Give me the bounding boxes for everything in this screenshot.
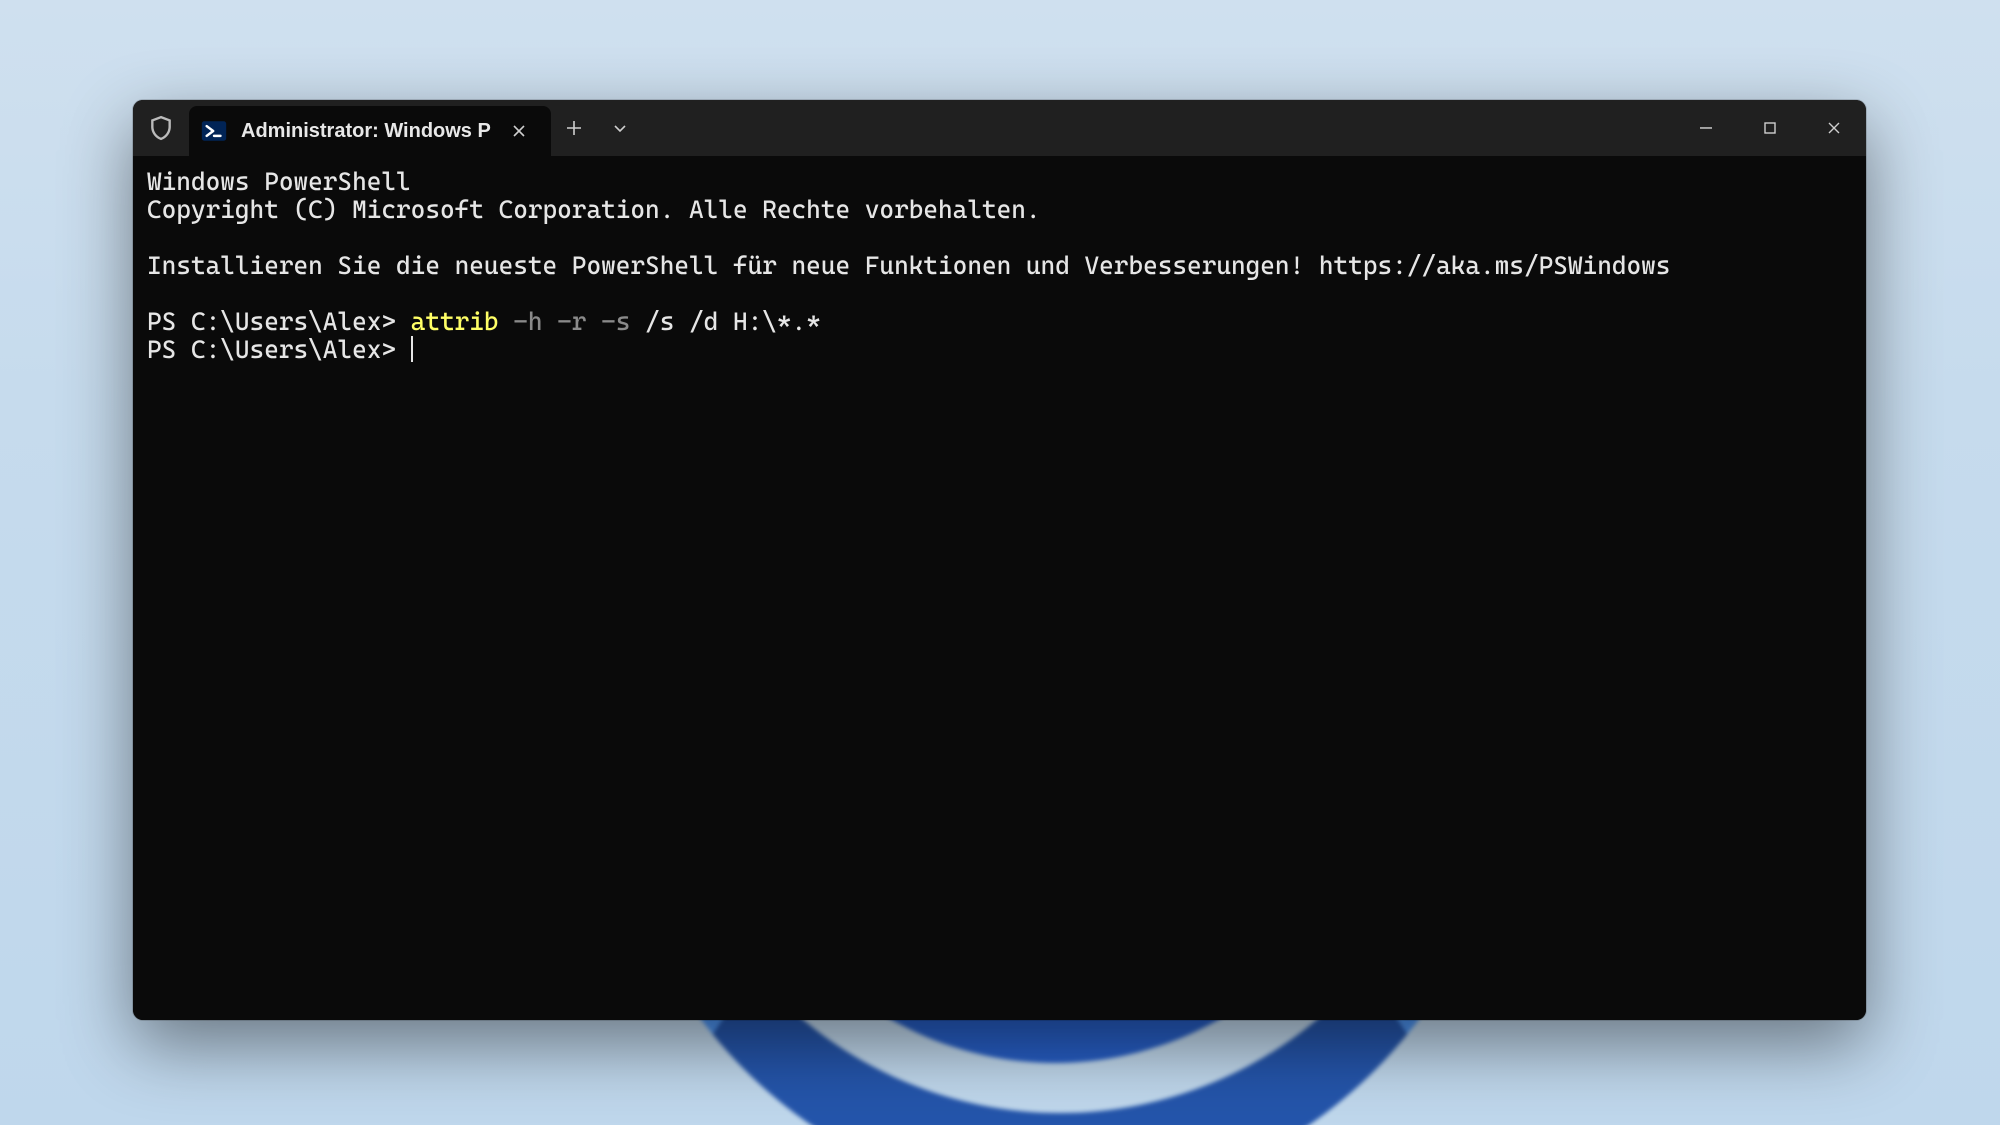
chevron-down-icon — [612, 120, 628, 136]
ps-header-line-1: Windows PowerShell — [147, 167, 411, 196]
command-flags: -h -r -s — [499, 307, 631, 336]
minimize-button[interactable] — [1674, 100, 1738, 156]
minimize-icon — [1698, 120, 1714, 136]
tab-active[interactable]: Administrator: Windows Powe — [189, 106, 551, 156]
close-window-button[interactable] — [1802, 100, 1866, 156]
new-tab-button[interactable] — [551, 100, 597, 156]
close-icon — [512, 124, 526, 138]
window-controls — [1674, 100, 1866, 156]
terminal-window: Administrator: Windows Powe — [133, 100, 1866, 1020]
command-args: /s /d H:\*.* — [630, 307, 820, 336]
prompt-1: PS C:\Users\Alex> — [147, 307, 411, 336]
titlebar-drag-region[interactable] — [643, 100, 1674, 156]
text-cursor — [411, 336, 413, 362]
maximize-button[interactable] — [1738, 100, 1802, 156]
prompt-2: PS C:\Users\Alex> — [147, 335, 411, 364]
close-icon — [1826, 120, 1842, 136]
plus-icon — [565, 119, 583, 137]
terminal-output[interactable]: Windows PowerShell Copyright (C) Microso… — [133, 156, 1866, 1020]
tab-title: Administrator: Windows Powe — [241, 120, 491, 143]
tab-close-button[interactable] — [505, 117, 533, 145]
profile-dropdown-button[interactable] — [597, 100, 643, 156]
desktop-wallpaper: Administrator: Windows Powe — [0, 0, 2000, 1125]
maximize-icon — [1763, 121, 1777, 135]
admin-shield-icon — [133, 100, 189, 156]
window-titlebar[interactable]: Administrator: Windows Powe — [133, 100, 1866, 156]
powershell-icon — [201, 118, 227, 144]
ps-install-hint: Installieren Sie die neueste PowerShell … — [147, 251, 1670, 280]
command-token: attrib — [411, 307, 499, 336]
ps-header-line-2: Copyright (C) Microsoft Corporation. All… — [147, 195, 1041, 224]
